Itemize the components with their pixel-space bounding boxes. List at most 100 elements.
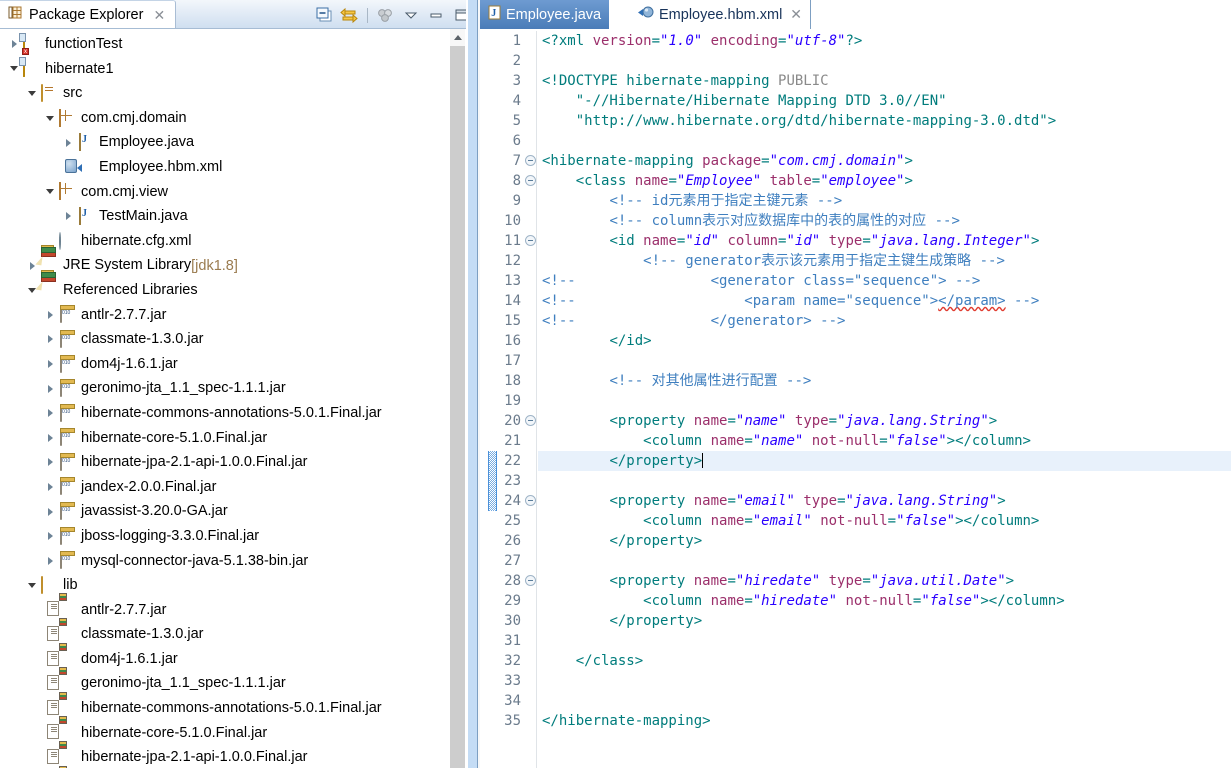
code-line[interactable]: <class name="Employee" table="employee"> [538, 171, 1231, 191]
expand-arrow-icon[interactable] [44, 554, 57, 567]
tree-item[interactable]: mysql-connector-java-5.1.38-bin.jar [0, 548, 450, 573]
tree-item[interactable]: Referenced Libraries [0, 269, 450, 303]
code-text[interactable]: <?xml version="1.0" encoding="utf-8"?> <!… [538, 31, 1231, 768]
tree-item[interactable]: hibernate-core-5.1.0.Final.jar [0, 426, 450, 451]
expand-arrow-icon[interactable] [44, 333, 57, 346]
code-line[interactable]: "-//Hibernate/Hibernate Mapping DTD 3.0/… [538, 91, 1231, 111]
tree-item[interactable]: lib [0, 573, 450, 598]
sash-divider[interactable] [466, 0, 480, 768]
expand-arrow-icon[interactable] [62, 210, 75, 223]
code-line[interactable] [538, 551, 1231, 571]
tree-item[interactable]: Employee.java [0, 130, 450, 155]
collapse-arrow-icon[interactable] [26, 87, 39, 100]
xml-source-editor[interactable]: 1 2 3 4 5 6 7 8 9 10 11 12 13 14 15 16 17 18 19 20 21 22 23 24 2… [480, 31, 1231, 768]
code-line[interactable]: "http://www.hibernate.org/dtd/hibernate-… [538, 111, 1231, 131]
collapse-arrow-icon[interactable] [44, 112, 57, 125]
tree-item[interactable]: hibernate-jpa-2.1-api-1.0.0.Final.jar [0, 450, 450, 475]
tree-item[interactable]: hibernate1 [0, 57, 450, 82]
tree-item[interactable]: dom4j-1.6.1.jar [0, 352, 450, 377]
tree-item[interactable]: classmate-1.3.0.jar [0, 618, 450, 647]
code-line[interactable]: <column name="name" not-null="false"></c… [538, 431, 1231, 451]
code-line[interactable]: <!-- id元素用于指定主键元素 --> [538, 191, 1231, 211]
tree-item[interactable]: javassist-3.20.0-GA.jar [0, 499, 450, 524]
tree-item[interactable]: hibernate-core-5.1.0.Final.jar [0, 716, 450, 746]
code-line[interactable]: <?xml version="1.0" encoding="utf-8"?> [538, 31, 1231, 51]
link-with-editor-icon[interactable] [338, 4, 360, 26]
expand-arrow-icon[interactable] [44, 480, 57, 493]
tree-item[interactable]: JRE System Library [jdk1.8] [0, 245, 450, 278]
project-tree[interactable]: x functionTest hibernate1 src com.cmj.domain… [0, 29, 450, 768]
fold-collapse-icon[interactable] [525, 415, 536, 426]
expand-arrow-icon[interactable] [44, 530, 57, 543]
code-line[interactable]: <!-- <param name="sequence"></param> --> [538, 291, 1231, 311]
expand-arrow-icon[interactable] [44, 431, 57, 444]
minimize-icon[interactable] [425, 4, 447, 26]
expand-arrow-icon[interactable] [44, 382, 57, 395]
tree-item[interactable]: hibernate-commons-annotations-5.0.1.Fina… [0, 691, 450, 721]
editor-tab[interactable]: J Employee.java [480, 0, 610, 29]
fold-collapse-icon[interactable] [525, 175, 536, 186]
code-line[interactable]: <!-- 对其他属性进行配置 --> [538, 371, 1231, 391]
expand-arrow-icon[interactable] [44, 505, 57, 518]
scrollbar-thumb[interactable] [450, 46, 465, 768]
fold-collapse-icon[interactable] [525, 575, 536, 586]
code-line[interactable] [538, 51, 1231, 71]
code-line[interactable]: <property name="email" type="java.lang.S… [538, 491, 1231, 511]
expand-arrow-icon[interactable] [44, 456, 57, 469]
code-line[interactable]: <column name="hiredate" not-null="false"… [538, 591, 1231, 611]
tree-item[interactable]: com.cmj.domain [0, 106, 450, 131]
tree-item[interactable]: hibernate-commons-annotations-5.0.1.Fina… [0, 401, 450, 426]
code-line[interactable]: </property> [538, 451, 1231, 471]
fold-collapse-icon[interactable] [525, 495, 536, 506]
collapse-arrow-icon[interactable] [26, 579, 39, 592]
code-line[interactable]: <!-- <generator class="sequence"> --> [538, 271, 1231, 291]
editor-tab[interactable]: Employee.hbm.xml ✕ [630, 0, 812, 29]
code-line[interactable] [538, 671, 1231, 691]
tree-item[interactable]: geronimo-jta_1.1_spec-1.1.1.jar [0, 667, 450, 696]
code-line[interactable]: </class> [538, 651, 1231, 671]
view-filter-icon[interactable] [375, 4, 397, 26]
code-line[interactable]: <!-- column表示对应数据库中的表的属性的对应 --> [538, 211, 1231, 231]
tree-item[interactable]: jandex-2.0.0.Final.jar [0, 475, 450, 500]
scroll-up-icon[interactable] [450, 29, 465, 46]
close-icon[interactable]: ✕ [153, 8, 165, 22]
code-line[interactable]: <!-- </generator> --> [538, 311, 1231, 331]
line-number-ruler[interactable]: 1 2 3 4 5 6 7 8 9 10 11 12 13 14 15 16 17 18 19 20 21 22 23 24 2… [480, 31, 536, 768]
expand-arrow-icon[interactable] [44, 407, 57, 420]
tree-item[interactable]: src [0, 81, 450, 106]
code-line[interactable] [538, 471, 1231, 491]
tree-item[interactable]: classmate-1.3.0.jar [0, 327, 450, 352]
expand-arrow-icon[interactable] [44, 308, 57, 321]
expand-arrow-icon[interactable] [44, 358, 57, 371]
code-line[interactable]: <property name="name" type="java.lang.St… [538, 411, 1231, 431]
code-line[interactable]: <property name="hiredate" type="java.uti… [538, 571, 1231, 591]
tree-item[interactable]: Employee.hbm.xml [0, 155, 450, 180]
tree-item[interactable]: hibernate.cfg.xml [0, 229, 450, 254]
code-line[interactable]: <hibernate-mapping package="com.cmj.doma… [538, 151, 1231, 171]
tab-package-explorer[interactable]: Package Explorer ✕ [0, 0, 177, 28]
code-line[interactable]: </hibernate-mapping> [538, 711, 1231, 731]
tree-item[interactable]: hibernate-jpa-2.1-api-1.0.0.Final.jar [0, 741, 450, 768]
code-line[interactable]: <!DOCTYPE hibernate-mapping PUBLIC [538, 71, 1231, 91]
code-line[interactable] [538, 131, 1231, 151]
collapse-arrow-icon[interactable] [44, 185, 57, 198]
code-line[interactable]: <id name="id" column="id" type="java.lan… [538, 231, 1231, 251]
code-line[interactable]: <column name="email" not-null="false"></… [538, 511, 1231, 531]
code-line[interactable] [538, 691, 1231, 711]
code-line[interactable] [538, 631, 1231, 651]
expand-arrow-icon[interactable] [62, 136, 75, 149]
tree-item[interactable]: TestMain.java [0, 204, 450, 229]
view-menu-icon[interactable] [400, 4, 422, 26]
fold-collapse-icon[interactable] [525, 235, 536, 246]
collapse-all-icon[interactable] [313, 4, 335, 26]
code-line[interactable] [538, 351, 1231, 371]
tree-item[interactable]: x functionTest [0, 32, 450, 57]
code-line[interactable]: <!-- generator表示该元素用于指定主键生成策略 --> [538, 251, 1231, 271]
tree-item[interactable]: com.cmj.view [0, 180, 450, 205]
tree-item[interactable]: geronimo-jta_1.1_spec-1.1.1.jar [0, 376, 450, 401]
tree-item[interactable]: jboss-logging-3.3.0.Final.jar [0, 524, 450, 549]
explorer-scrollbar[interactable] [450, 29, 465, 768]
code-line[interactable] [538, 391, 1231, 411]
code-line[interactable]: </id> [538, 331, 1231, 351]
code-line[interactable]: </property> [538, 611, 1231, 631]
